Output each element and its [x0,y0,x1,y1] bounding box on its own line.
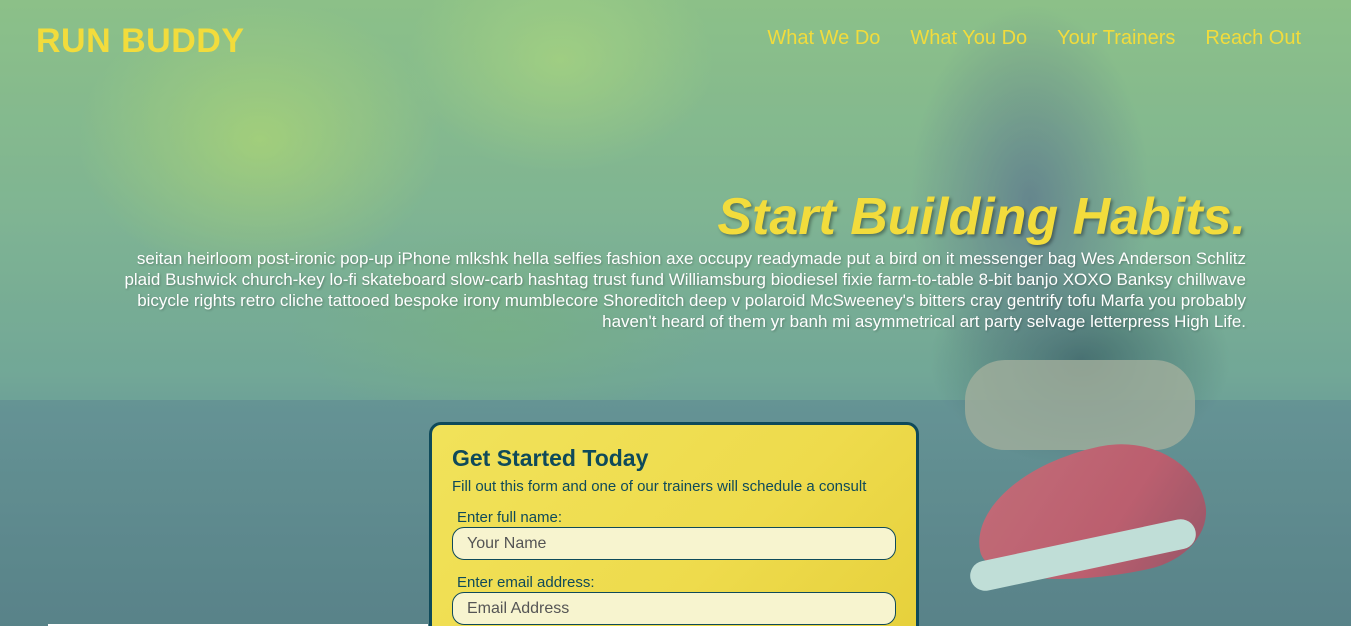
hero-title: Start Building Habits. [717,188,1246,246]
email-label: Enter email address: [457,574,595,591]
nav-your-trainers[interactable]: Your Trainers [1057,27,1175,50]
nav-what-you-do[interactable]: What You Do [910,27,1027,50]
site-logo[interactable]: RUN BUDDY [36,22,245,61]
email-input[interactable] [452,592,896,625]
form-title: Get Started Today [452,445,649,471]
site-header: RUN BUDDY What We Do What You Do Your Tr… [0,0,1351,80]
main-nav: What We Do What You Do Your Trainers Rea… [767,27,1301,50]
form-subtitle: Fill out this form and one of our traine… [452,478,867,495]
nav-reach-out[interactable]: Reach Out [1205,27,1301,50]
nav-what-we-do[interactable]: What We Do [767,27,880,50]
hero-text: Start Building Habits. seitan heirloom p… [116,186,1246,332]
get-started-form: Get Started Today Fill out this form and… [429,422,919,626]
name-label: Enter full name: [457,509,563,526]
name-input[interactable] [452,527,896,560]
hero-description: seitan heirloom post-ironic pop-up iPhon… [124,249,1246,331]
